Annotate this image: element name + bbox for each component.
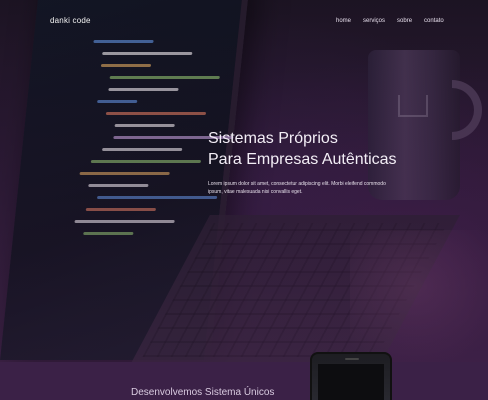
hero-title: Sistemas Próprios Para Empresas Autêntic…	[208, 128, 397, 170]
phone-screen	[318, 364, 384, 400]
nav-contato[interactable]: contato	[424, 18, 444, 24]
section-title: Desenvolvemos Sistema Únicos	[131, 387, 275, 398]
logo[interactable]: danki code	[50, 16, 91, 25]
smartphone-image	[310, 352, 392, 400]
main-nav: home serviços sobre contato	[336, 18, 444, 24]
hero-title-line2: Para Empresas Autênticas	[208, 151, 397, 168]
phone-speaker	[345, 358, 359, 360]
nav-servicos[interactable]: serviços	[363, 18, 385, 24]
nav-home[interactable]: home	[336, 18, 351, 24]
hero-description: Lorem ipsum dolor sit amet, consectetur …	[208, 181, 386, 195]
services-section: Desenvolvemos Sistema Únicos	[0, 362, 488, 400]
nav-sobre[interactable]: sobre	[397, 18, 412, 24]
hero-title-line1: Sistemas Próprios	[208, 130, 338, 147]
